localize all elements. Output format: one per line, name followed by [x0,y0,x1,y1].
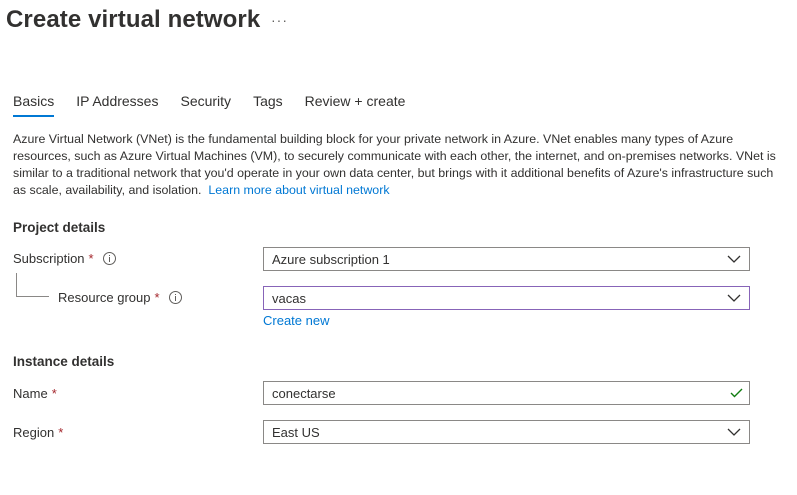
tab-tags[interactable]: Tags [253,93,283,115]
region-dropdown[interactable]: East US [263,420,750,444]
resource-group-dropdown[interactable]: vacas [263,286,750,310]
project-details-heading: Project details [13,220,106,235]
instance-details-heading: Instance details [13,354,115,369]
chevron-down-icon [723,287,745,309]
region-label: Region [13,425,55,440]
create-virtual-network-page: Create virtual network ··· Basics IP Add… [0,0,797,495]
subscription-value: Azure subscription 1 [272,251,390,267]
create-new-link[interactable]: Create new [263,313,329,328]
learn-more-link[interactable]: Learn more about virtual network [208,183,389,197]
name-value: conectarse [272,385,336,401]
required-marker: * [88,251,94,266]
region-label-row: Region * [13,425,63,440]
tree-connector-horizontal [16,296,49,297]
info-icon[interactable] [102,252,116,265]
required-marker: * [58,425,64,440]
description-text: Azure Virtual Network (VNet) is the fund… [13,132,776,197]
info-icon[interactable] [168,291,182,304]
name-input[interactable]: conectarse [263,381,750,405]
region-value: East US [272,424,320,440]
resource-group-label-row: Resource group * [58,290,182,305]
name-label: Name [13,386,48,401]
page-title: Create virtual network [6,6,261,33]
chevron-down-icon [723,421,745,443]
description-paragraph: Azure Virtual Network (VNet) is the fund… [13,131,783,199]
tree-connector-vertical [16,273,17,297]
tab-security[interactable]: Security [180,93,231,115]
tab-review-create[interactable]: Review + create [305,93,406,115]
required-marker: * [154,290,160,305]
more-options-icon[interactable]: ··· [271,12,288,28]
chevron-down-icon [723,248,745,270]
subscription-label: Subscription [13,251,85,266]
tab-basics[interactable]: Basics [13,93,55,117]
subscription-dropdown[interactable]: Azure subscription 1 [263,247,750,271]
tab-ip-addresses[interactable]: IP Addresses [76,93,158,115]
resource-group-label: Resource group [58,290,151,305]
tab-bar: Basics IP Addresses Security Tags Review… [13,93,427,121]
check-icon [727,384,745,402]
subscription-label-row: Subscription * [13,251,116,266]
required-marker: * [51,386,57,401]
resource-group-value: vacas [272,290,306,306]
name-label-row: Name * [13,386,57,401]
